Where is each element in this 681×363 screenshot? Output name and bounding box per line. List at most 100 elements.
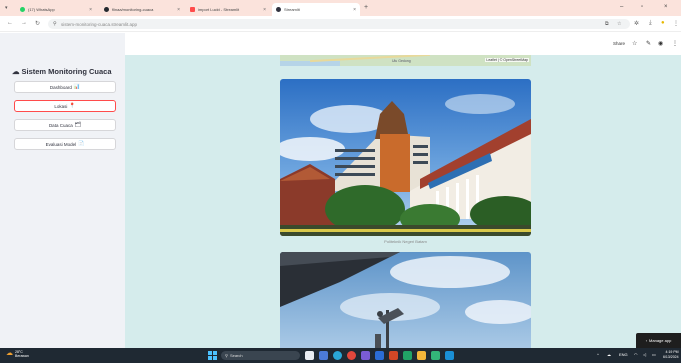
back-icon[interactable]: ← <box>7 20 13 26</box>
word-icon[interactable] <box>375 351 384 360</box>
maximize-icon[interactable]: ▫ <box>641 4 643 10</box>
language-indicator[interactable]: ENG <box>619 352 628 357</box>
sidebar-title-text: Sistem Monitoring Cuaca <box>21 67 112 76</box>
windows-logo-pane <box>208 351 212 355</box>
github-icon <box>104 7 109 12</box>
tab-title: Streamlit <box>284 7 300 12</box>
tab-search-icon[interactable]: ▾ <box>5 5 8 11</box>
chart-icon: 📊 <box>73 84 81 90</box>
browser-tab-strip: ▾ (17) WhatsApp × flinaa/monitoring-cuac… <box>0 0 681 16</box>
new-tab-button[interactable]: + <box>364 4 368 11</box>
weather-desc: Berawan <box>15 354 29 358</box>
taskbar-search[interactable]: ⚲ Search <box>221 351 300 360</box>
edit-icon[interactable]: ✎ <box>646 40 651 47</box>
task-view-icon[interactable] <box>305 351 314 360</box>
widgets-icon[interactable] <box>319 351 328 360</box>
campus-building-image <box>280 79 531 236</box>
star-icon[interactable]: ☆ <box>632 40 637 47</box>
close-tab-icon[interactable]: × <box>353 7 356 13</box>
windows-logo-pane <box>213 351 217 355</box>
weather-cloud-icon: ☁ <box>6 350 13 357</box>
folder-icon: 🗂 <box>74 122 82 128</box>
profile-icon[interactable]: ● <box>661 20 665 26</box>
github-icon[interactable]: ◉ <box>658 40 663 47</box>
store-icon[interactable] <box>445 351 454 360</box>
teams-icon[interactable] <box>361 351 370 360</box>
sidebar-item-lokasi[interactable]: Lokasi 📍 <box>14 100 116 112</box>
search-icon: ⚲ <box>225 353 228 358</box>
clock-time: 4:19 PM <box>665 350 679 354</box>
campus-photo <box>280 79 531 236</box>
sidebar-item-label: Data Cuaca <box>48 122 73 128</box>
search-placeholder: Search <box>229 353 243 358</box>
document-icon: 📄 <box>78 141 85 147</box>
app-menu-icon[interactable]: ⋮ <box>672 40 678 47</box>
file-explorer-icon[interactable] <box>417 351 426 360</box>
close-tab-icon[interactable]: × <box>89 7 92 13</box>
sidebar-item-label: Lokasi <box>54 103 68 109</box>
close-tab-icon[interactable]: × <box>263 7 266 13</box>
location-map[interactable]: Ulu Gedong Leaflet | © OpenStreetMap <box>280 55 531 66</box>
sidebar-item-label: Evaluasi Model <box>45 141 77 147</box>
close-window-icon[interactable]: × <box>664 4 668 10</box>
weather-widget[interactable]: ☁ 28°C Berawan <box>6 350 29 358</box>
pin-icon: 📍 <box>69 103 76 109</box>
tab-github[interactable]: flinaa/monitoring-cuaca × <box>100 3 184 16</box>
map-attribution[interactable]: Leaflet | © OpenStreetMap <box>485 58 529 62</box>
extensions-icon[interactable]: ✲ <box>634 20 639 27</box>
tray-chevron-icon[interactable]: ^ <box>597 352 599 357</box>
excel-icon[interactable] <box>403 351 412 360</box>
weather-station-image <box>280 252 531 348</box>
reload-icon[interactable]: ↻ <box>35 20 40 27</box>
windows-logo-pane <box>208 356 212 360</box>
chrome-icon[interactable] <box>347 351 356 360</box>
site-info-icon[interactable]: ⚲ <box>53 21 57 27</box>
streamlit-icon <box>190 7 195 12</box>
streamlit-icon <box>276 7 281 12</box>
onedrive-icon[interactable]: ☁ <box>607 352 611 357</box>
sidebar-item-dashboard[interactable]: Dashboard 📊 <box>14 81 116 93</box>
browser-toolbar: ← → ↻ ⚲ sistem-monitoring-cuaca.streamli… <box>0 16 681 32</box>
forward-icon[interactable]: → <box>21 20 27 26</box>
battery-icon[interactable]: ▭ <box>652 352 656 357</box>
whatsapp-icon <box>20 7 25 12</box>
bookmark-star-icon[interactable]: ☆ <box>617 21 621 27</box>
volume-icon[interactable]: ◁ <box>643 352 646 357</box>
clock-date: 6/13/2024 <box>663 355 679 359</box>
map-road <box>310 55 430 63</box>
start-button[interactable] <box>208 351 217 360</box>
tab-title: import Luckt - Streamlit <box>198 7 240 12</box>
weather-text: 28°C Berawan <box>15 350 29 358</box>
sidebar-title: ☁ Sistem Monitoring Cuaca <box>12 67 112 76</box>
manage-app-label: Manage app <box>649 338 672 343</box>
install-app-icon[interactable]: ⧉ <box>605 21 609 27</box>
map-place-label: Ulu Gedong <box>392 59 411 63</box>
tab-title: (17) WhatsApp <box>28 7 55 12</box>
url-text: sistem-monitoring-cuaca.streamlit.app <box>61 21 138 27</box>
minimize-icon[interactable]: – <box>620 4 623 10</box>
taskbar: ☁ 28°C Berawan ⚲ Search ^ ☁ ENG ◠ ◁ ▭ 4:… <box>0 348 681 363</box>
download-icon[interactable]: ⤓ <box>649 20 652 27</box>
sidebar-item-data-cuaca[interactable]: Data Cuaca 🗂 <box>14 119 116 131</box>
address-bar[interactable]: ⚲ sistem-monitoring-cuaca.streamlit.app … <box>48 19 630 29</box>
share-button[interactable]: Share <box>613 41 625 46</box>
manage-app-button[interactable]: ‹ Manage app <box>636 333 681 348</box>
weather-station-photo <box>280 252 531 348</box>
tab-title: flinaa/monitoring-cuaca <box>112 7 154 12</box>
windows-logo-pane <box>213 356 217 360</box>
browser-menu-icon[interactable]: ⋮ <box>673 20 679 27</box>
cloud-icon: ☁ <box>12 67 20 76</box>
tab-whatsapp[interactable]: (17) WhatsApp × <box>16 3 96 16</box>
tab-streamlit-import[interactable]: import Luckt - Streamlit × <box>186 3 270 16</box>
edge-icon[interactable] <box>333 351 342 360</box>
powerpoint-icon[interactable] <box>389 351 398 360</box>
sidebar-item-label: Dashboard <box>49 84 72 90</box>
photo-caption: Politeknik Negeri Batam <box>384 239 427 244</box>
tab-streamlit[interactable]: Streamlit × <box>272 3 360 16</box>
app-icon[interactable] <box>431 351 440 360</box>
wifi-icon[interactable]: ◠ <box>634 352 638 357</box>
app-header <box>125 33 681 55</box>
clock[interactable]: 4:19 PM 6/13/2024 <box>663 350 679 360</box>
close-tab-icon[interactable]: × <box>177 7 180 13</box>
sidebar-item-evaluasi-model[interactable]: Evaluasi Model 📄 <box>14 138 116 150</box>
